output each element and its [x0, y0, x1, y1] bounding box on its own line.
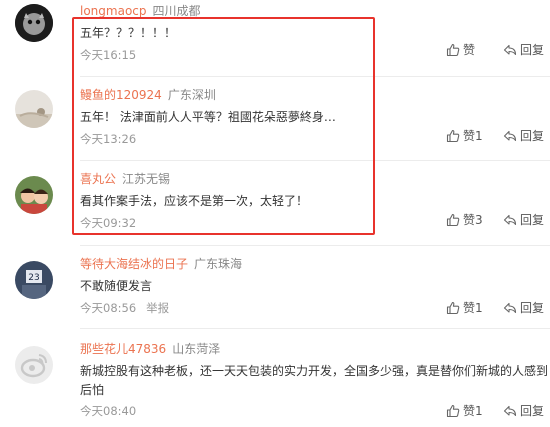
avatar[interactable]: [15, 346, 53, 384]
reply-label: 回复: [520, 404, 545, 418]
location: 广东珠海: [194, 257, 243, 271]
like-label: 赞: [463, 43, 476, 57]
avatar[interactable]: [15, 90, 53, 128]
comment-text: 看其作案手法，应该不是第一次，太轻了！: [80, 194, 309, 208]
comment-text: 五年！ 法津面前人人平等？祖國花朵惡夢終身…: [80, 110, 336, 124]
avatar[interactable]: [15, 4, 53, 42]
comment-time: 今天08:40: [80, 404, 137, 418]
like-button[interactable]: 赞1: [446, 402, 483, 420]
location: 江苏无锡: [122, 172, 171, 186]
username[interactable]: 那些花儿47836: [80, 342, 166, 356]
comment-text: 新城控股有这种老板，还一天天包装的实力开发，全国多少强，真是替你们新城的人感到后…: [80, 364, 549, 397]
username[interactable]: 鳗鱼的120924: [80, 88, 162, 102]
location: 山东菏泽: [172, 342, 221, 356]
comment-text: 不敢随便发言: [80, 279, 153, 293]
comment-time: 今天13:26: [80, 132, 137, 146]
divider: [80, 76, 550, 77]
reply-icon: [503, 405, 517, 417]
like-label: 赞1: [463, 301, 483, 315]
like-label: 赞1: [463, 129, 483, 143]
reply-icon: [503, 302, 517, 314]
reply-label: 回复: [520, 213, 545, 227]
reply-label: 回复: [520, 43, 545, 57]
reply-button[interactable]: 回复: [503, 299, 544, 317]
divider: [80, 328, 550, 329]
username[interactable]: 喜丸公: [80, 172, 116, 186]
like-button[interactable]: 赞: [446, 41, 475, 59]
thumbs-up-icon: [446, 43, 460, 57]
reply-icon: [503, 214, 517, 226]
divider: [80, 160, 550, 161]
report-link[interactable]: 举报: [146, 301, 169, 315]
reply-icon: [503, 130, 517, 142]
thumbs-up-icon: [446, 129, 460, 143]
reply-label: 回复: [520, 301, 545, 315]
comment-time: 今天09:32: [80, 216, 137, 230]
comment-time: 今天08:56: [80, 301, 137, 315]
like-label: 赞1: [463, 404, 483, 418]
like-label: 赞3: [463, 213, 483, 227]
like-button[interactable]: 赞1: [446, 299, 483, 317]
thumbs-up-icon: [446, 301, 460, 315]
thumbs-up-icon: [446, 404, 460, 418]
location: 广东深圳: [167, 88, 216, 102]
avatar[interactable]: [15, 176, 53, 214]
username[interactable]: longmaocp: [80, 4, 147, 18]
comment-time: 今天16:15: [80, 48, 137, 62]
reply-button[interactable]: 回复: [503, 402, 544, 420]
reply-button[interactable]: 回复: [503, 127, 544, 145]
avatar[interactable]: 23: [15, 261, 53, 299]
thumbs-up-icon: [446, 213, 460, 227]
reply-button[interactable]: 回复: [503, 211, 544, 229]
reply-icon: [503, 44, 517, 56]
reply-label: 回复: [520, 129, 545, 143]
like-button[interactable]: 赞1: [446, 127, 483, 145]
svg-text:23: 23: [28, 273, 39, 283]
like-button[interactable]: 赞3: [446, 211, 483, 229]
reply-button[interactable]: 回复: [503, 41, 544, 59]
location: 四川成都: [152, 4, 201, 18]
username[interactable]: 等待大海结冰的日子: [80, 257, 188, 271]
divider: [80, 245, 550, 246]
